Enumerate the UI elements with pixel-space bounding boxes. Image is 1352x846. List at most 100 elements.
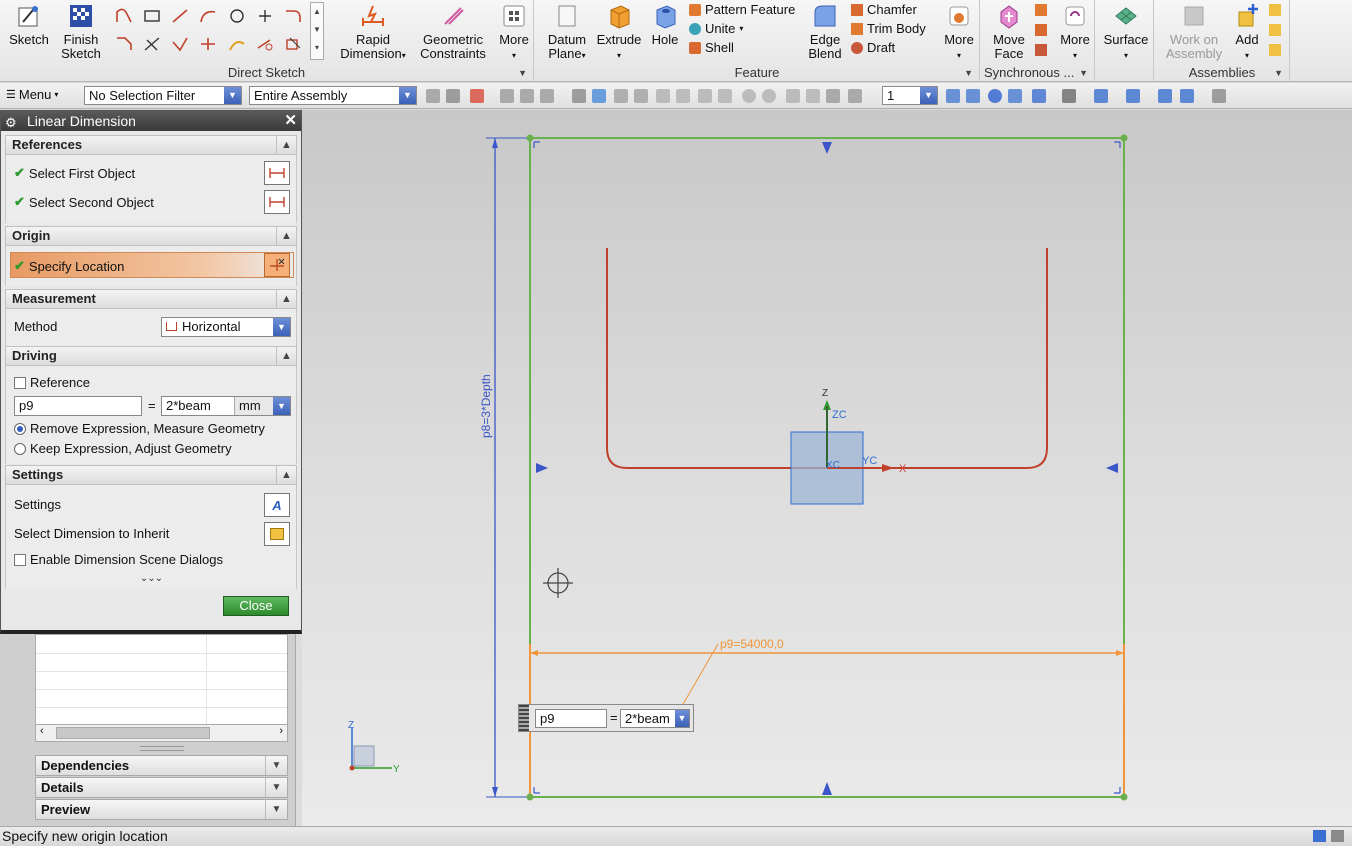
selection-scope-dropdown[interactable]: Entire Assembly ▼ xyxy=(249,86,417,105)
menu-button[interactable]: ☰ Menu ▾ xyxy=(6,87,58,102)
unite-button[interactable]: Unite ▾ xyxy=(689,21,743,36)
geometric-constraints-button[interactable]: Geometric Constraints xyxy=(414,2,492,61)
mirror-curve-icon[interactable] xyxy=(282,34,304,54)
point-icon[interactable] xyxy=(254,6,276,26)
edit-section-icon[interactable] xyxy=(1094,89,1108,103)
horizontal-scrollbar[interactable]: ‹ › xyxy=(35,724,288,742)
draft-button[interactable]: Draft xyxy=(851,40,895,55)
status-icon-1[interactable] xyxy=(1313,830,1326,842)
select-second-object-button[interactable] xyxy=(264,190,290,214)
rotate-icon[interactable] xyxy=(988,89,1002,103)
rectangle-select-icon[interactable] xyxy=(500,89,514,103)
collapse-icon[interactable]: ▲ xyxy=(276,136,296,154)
graphics-window[interactable]: p9=54000,0 p8=3*Depth Z ZC XC YC X Z Y p… xyxy=(302,110,1352,826)
chevron-down-icon[interactable]: ▼ xyxy=(273,397,290,415)
move-face-button[interactable]: Move Face xyxy=(987,2,1031,61)
snap-point-icon[interactable] xyxy=(786,89,800,103)
keep-expression-option[interactable]: Keep Expression, Adjust Geometry xyxy=(14,441,232,456)
select-second-object-row[interactable]: ✔ Select Second Object xyxy=(14,194,154,210)
assemblies-group-menu[interactable]: ▼ xyxy=(1274,68,1283,78)
zoom-icon[interactable] xyxy=(966,89,980,103)
reference-checkbox-row[interactable]: Reference xyxy=(14,375,90,390)
fit-view-icon[interactable] xyxy=(946,89,960,103)
snap-endpoint-icon[interactable] xyxy=(614,89,628,103)
collapse-icon[interactable]: ▲ xyxy=(276,290,296,308)
chevron-down-icon[interactable]: ▼ xyxy=(675,710,689,727)
scroll-right-icon[interactable]: › xyxy=(279,725,283,737)
keep-expression-radio[interactable] xyxy=(14,442,26,455)
expression-name-field[interactable]: p9 xyxy=(14,396,142,416)
snap-intersection-icon[interactable] xyxy=(806,89,820,103)
shell-button[interactable]: Shell xyxy=(689,40,734,55)
solid-body-icon[interactable] xyxy=(592,89,606,103)
dependencies-panel[interactable]: Dependencies ▼ xyxy=(35,755,288,776)
offset-region-icon[interactable] xyxy=(1035,4,1047,16)
expression-value-field[interactable]: 2*beam mm ▼ xyxy=(161,396,291,416)
chamfer-button[interactable]: Chamfer xyxy=(851,2,917,17)
drag-handle-top-icon[interactable] xyxy=(822,142,832,154)
references-header[interactable]: References ▲ xyxy=(5,135,297,155)
method-dropdown[interactable]: Horizontal ▼ xyxy=(161,317,291,337)
drag-handle-bottom-icon[interactable] xyxy=(822,782,832,795)
snap-icon[interactable] xyxy=(426,89,440,103)
enable-dialogs-checkbox[interactable] xyxy=(14,553,26,566)
collapse-icon[interactable]: ▲ xyxy=(276,347,296,365)
specify-location-button[interactable] xyxy=(264,253,290,277)
origin-header[interactable]: Origin ▲ xyxy=(5,226,297,246)
chamfer-sketch-icon[interactable] xyxy=(113,34,135,54)
extrude-button[interactable]: Extrude ▾ xyxy=(595,2,643,63)
constraint-icon[interactable] xyxy=(1269,4,1281,16)
body-filter-icon[interactable] xyxy=(572,89,586,103)
hole-button[interactable]: Hole xyxy=(645,2,685,47)
camera-icon[interactable] xyxy=(1180,89,1194,103)
sync-more-button[interactable]: More ▾ xyxy=(1055,2,1095,63)
offset-curve-icon[interactable] xyxy=(226,34,248,54)
snap-curve-icon[interactable] xyxy=(676,89,690,103)
gallery-scroll[interactable]: ▲ ▼ ▾ xyxy=(310,2,324,60)
feature-more-button[interactable]: More ▾ xyxy=(939,2,979,63)
rapid-dimension-button[interactable]: Rapid Dimension▾ xyxy=(334,2,412,63)
mirror-assembly-icon[interactable] xyxy=(1269,44,1281,56)
work-on-assembly-button[interactable]: Work on Assembly xyxy=(1159,2,1229,61)
toolbar-options-icon[interactable] xyxy=(1212,89,1226,103)
details-panel[interactable]: Details ▼ xyxy=(35,777,288,798)
circle-icon[interactable] xyxy=(226,6,248,26)
finish-sketch-button[interactable]: Finish Sketch xyxy=(56,2,106,61)
delete-face-icon[interactable] xyxy=(1035,44,1047,56)
scroll-left-icon[interactable]: ‹ xyxy=(40,725,44,737)
synchronous-group-menu[interactable]: ▼ xyxy=(1079,68,1088,78)
pattern-curve-icon[interactable] xyxy=(254,34,276,54)
gear-icon[interactable]: ⚙ xyxy=(5,113,17,133)
onscreen-expression-field[interactable]: 2*beam ▼ xyxy=(620,709,690,728)
collapse-icon[interactable]: ▲ xyxy=(276,466,296,484)
edge-blend-button[interactable]: Edge Blend xyxy=(805,2,845,61)
corner-point-bottom-right[interactable] xyxy=(1120,793,1128,801)
collapse-icon[interactable]: ▲ xyxy=(276,227,296,245)
remove-expression-option[interactable]: Remove Expression, Measure Geometry xyxy=(14,421,265,436)
measurement-header[interactable]: Measurement ▲ xyxy=(5,289,297,309)
sketch-view[interactable]: p9=54000,0 p8=3*Depth Z ZC XC YC X Z Y xyxy=(302,110,1352,826)
snap-bar-icon[interactable] xyxy=(848,89,862,103)
selection-filter-dropdown[interactable]: No Selection Filter ▼ xyxy=(84,86,242,105)
horizontal-dimension-label[interactable]: p9=54000,0 xyxy=(720,637,784,651)
show-hide-icon[interactable] xyxy=(1126,89,1140,103)
direct-sketch-group-menu[interactable]: ▼ xyxy=(518,68,527,78)
fillet-icon[interactable] xyxy=(282,6,304,26)
panel-splitter[interactable] xyxy=(140,746,184,751)
snap-center-icon[interactable] xyxy=(742,89,756,103)
snap-quadrant-icon[interactable] xyxy=(762,89,776,103)
add-component-button[interactable]: Add ▾ xyxy=(1231,2,1263,63)
reference-checkbox[interactable] xyxy=(14,376,26,389)
pan-icon[interactable] xyxy=(1008,89,1022,103)
feature-group-menu[interactable]: ▼ xyxy=(964,68,973,78)
sketch-more-button[interactable]: More ▾ xyxy=(494,2,534,63)
unit-value[interactable]: mm xyxy=(234,397,274,415)
chevron-down-icon[interactable]: ▼ xyxy=(273,318,290,336)
rectangle-icon[interactable] xyxy=(141,6,163,26)
view-triad-icon[interactable] xyxy=(1158,89,1172,103)
expand-more-icon[interactable]: ⌄⌄⌄ xyxy=(6,573,296,584)
sketch-button[interactable]: Sketch xyxy=(4,2,54,47)
vertical-dimension-label[interactable]: p8=3*Depth xyxy=(479,374,493,438)
drag-handle-left-icon[interactable] xyxy=(536,463,548,473)
scroll-thumb[interactable] xyxy=(56,727,210,739)
